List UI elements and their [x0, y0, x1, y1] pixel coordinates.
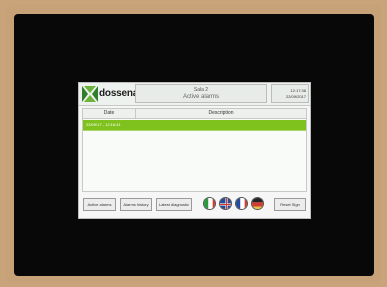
- title-box: Sala 2 Active alarms: [135, 84, 267, 103]
- italian-flag-icon[interactable]: [203, 197, 216, 210]
- alarms-table: Date Description 22/09/17 - 12:16:41: [82, 108, 307, 192]
- logo-icon: [82, 86, 98, 102]
- english-flag-icon[interactable]: [219, 197, 232, 210]
- alarms-history-button[interactable]: Alarms history: [120, 198, 152, 211]
- row-divider: [83, 130, 306, 131]
- hmi-screen: dossena Sala 2 Active alarms 12:17:38 22…: [78, 82, 311, 219]
- brand-logo: dossena: [82, 85, 138, 103]
- header-bar: dossena Sala 2 Active alarms 12:17:38 22…: [79, 83, 310, 106]
- clock-time: 12:17:38: [290, 88, 306, 93]
- table-row[interactable]: 22/09/17 - 12:16:41: [83, 120, 306, 130]
- column-header-date: Date: [103, 110, 115, 116]
- active-alarms-button[interactable]: Active alarms: [83, 198, 116, 211]
- column-header-description: Description: [208, 110, 234, 116]
- table-header: Date Description: [83, 109, 306, 119]
- brand-name: dossena: [99, 88, 139, 99]
- german-flag-icon[interactable]: [251, 197, 264, 210]
- french-flag-icon[interactable]: [235, 197, 248, 210]
- row-date: 22/09/17 - 12:16:41: [86, 122, 121, 127]
- clock-box: 12:17:38 22/09/2017: [271, 84, 309, 103]
- page-title: Active alarms: [182, 94, 219, 100]
- clock-date: 22/09/2017: [285, 94, 306, 99]
- footer-bar: Active alarms Alarms history Latest diag…: [79, 194, 310, 218]
- room-label: Sala 2: [193, 87, 209, 93]
- language-selector: [203, 196, 267, 212]
- latest-diagnostic-button[interactable]: Latest diagnostic: [156, 198, 192, 211]
- reset-sign-button[interactable]: Reset Sign: [274, 198, 306, 211]
